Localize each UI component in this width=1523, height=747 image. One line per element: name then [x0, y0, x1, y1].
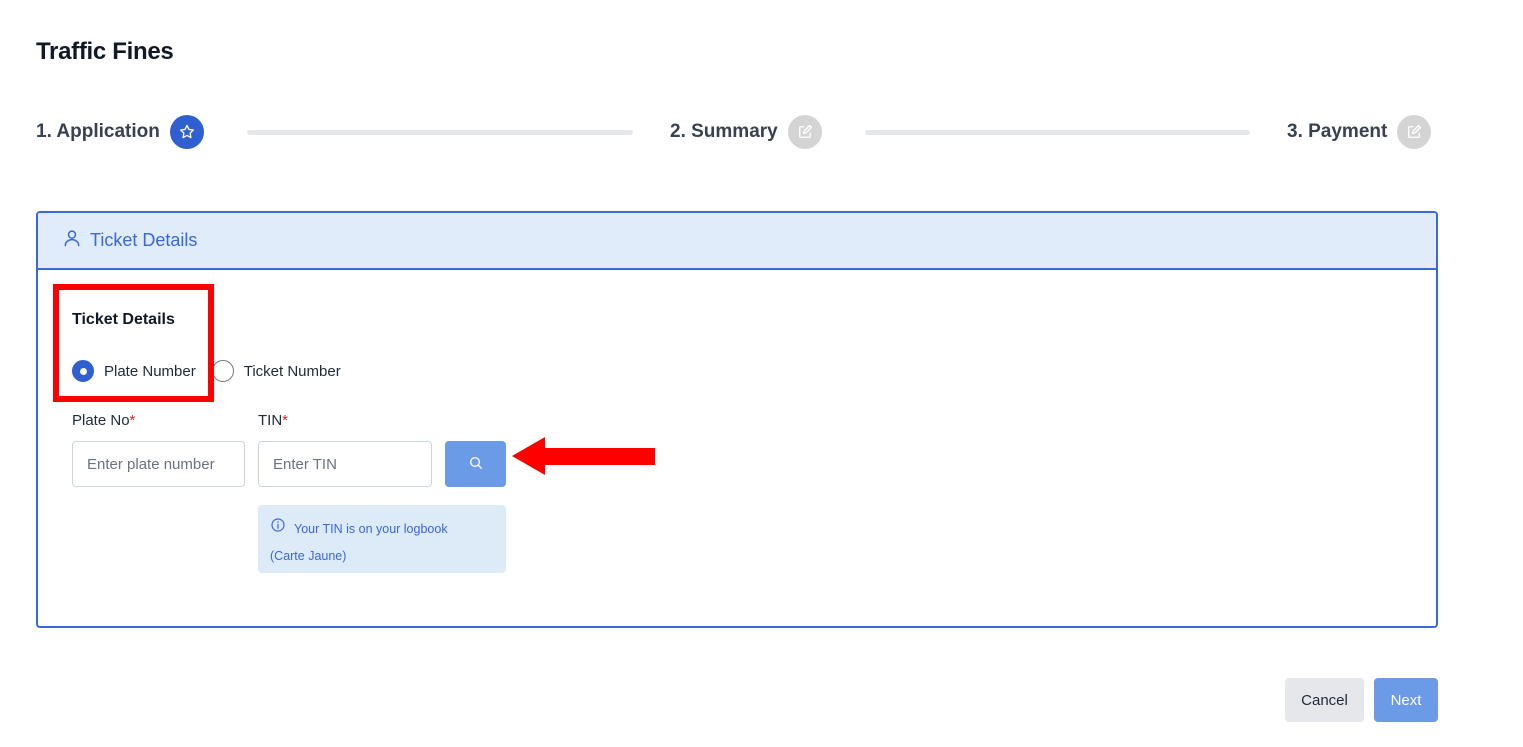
search-type-radio-group: Plate Number Ticket Number	[72, 359, 357, 383]
step-application[interactable]: 1. Application	[36, 114, 204, 150]
section-label: Ticket Details	[72, 311, 175, 328]
progress-stepper: 1. Application 2. Summary 3. Payment	[36, 114, 1440, 150]
info-icon	[270, 516, 286, 543]
step-connector	[865, 130, 1250, 135]
radio-plate-number[interactable]	[72, 360, 94, 382]
user-icon	[62, 228, 82, 253]
label-text: Plate No	[72, 412, 130, 429]
card-header-title: Ticket Details	[90, 230, 198, 250]
radio-label[interactable]: Ticket Number	[244, 363, 341, 380]
info-text: Your TIN is on your logbook	[294, 522, 448, 536]
ticket-details-card: Ticket Details	[36, 211, 1438, 628]
tin-label: TIN*	[258, 412, 288, 429]
required-mark: *	[129, 412, 136, 429]
page-title: Traffic Fines	[36, 38, 174, 65]
search-button[interactable]	[445, 441, 506, 487]
step-connector	[247, 130, 633, 135]
tin-input[interactable]	[258, 441, 432, 487]
edit-icon	[1397, 115, 1432, 149]
step-label: 1. Application	[36, 121, 160, 142]
radio-ticket-number[interactable]	[211, 360, 234, 382]
search-icon	[468, 455, 484, 474]
edit-icon	[787, 115, 822, 149]
next-button[interactable]: Next	[1374, 678, 1438, 722]
step-label: 3. Payment	[1287, 121, 1388, 142]
card-header: Ticket Details	[38, 213, 1436, 270]
step-summary[interactable]: 2. Summary	[670, 114, 822, 150]
tin-info-box: Your TIN is on your logbook (Carte Jaune…	[258, 505, 506, 573]
plate-number-input[interactable]	[72, 441, 245, 487]
radio-label[interactable]: Plate Number	[104, 363, 196, 380]
annotation-arrow-icon	[512, 437, 655, 475]
step-payment[interactable]: 3. Payment	[1287, 114, 1432, 150]
plate-no-label: Plate No*	[72, 412, 135, 429]
label-text: TIN	[258, 412, 283, 429]
cancel-button[interactable]: Cancel	[1285, 678, 1364, 722]
required-mark: *	[282, 412, 289, 429]
star-icon	[169, 115, 204, 149]
info-text: (Carte Jaune)	[270, 549, 347, 563]
step-label: 2. Summary	[670, 121, 778, 142]
